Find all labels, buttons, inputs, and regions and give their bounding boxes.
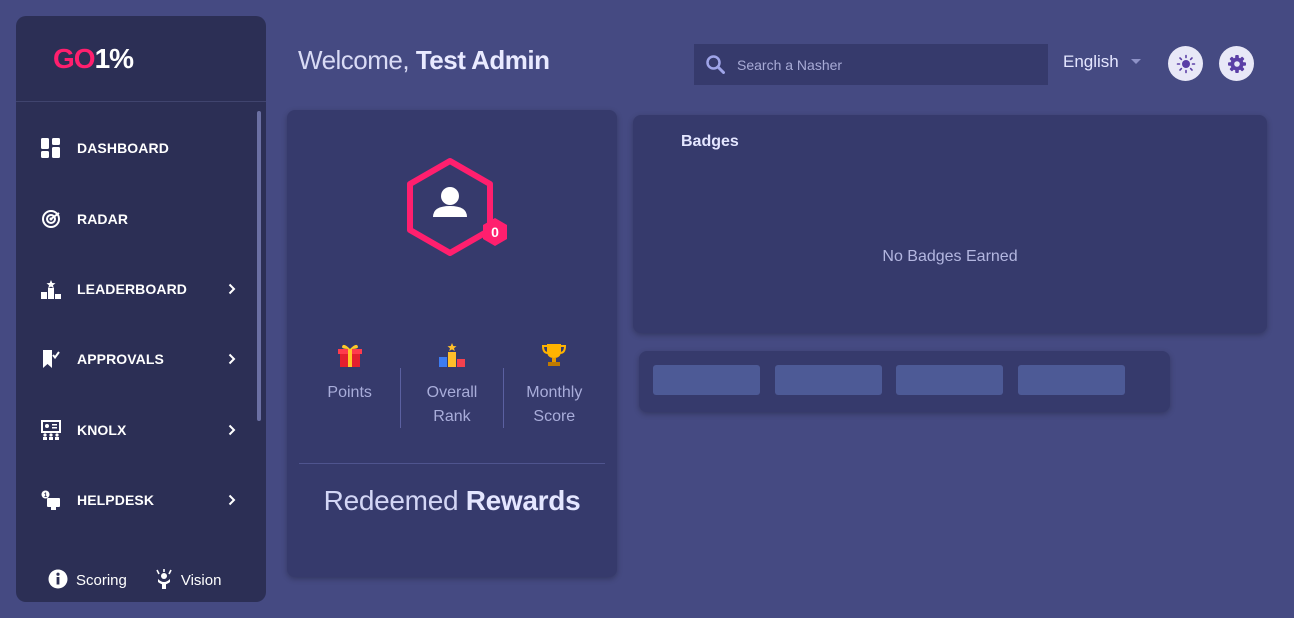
sidebar-item-label: KNOLX xyxy=(77,421,127,438)
leaderboard-icon xyxy=(40,278,62,300)
podium-icon xyxy=(438,342,466,368)
tab-skeleton xyxy=(896,365,1003,395)
sidebar-item-label: RADAR xyxy=(77,210,129,227)
user-icon xyxy=(433,187,467,217)
redeemed-rewards-heading: Redeemed Rewards xyxy=(287,485,617,517)
vision-icon xyxy=(156,569,172,589)
sidebar-item-approvals[interactable]: APPROVALS xyxy=(16,324,256,394)
redeemed-bold: Rewards xyxy=(465,485,581,516)
tab-skeleton xyxy=(1018,365,1125,395)
caret-down-icon xyxy=(1130,59,1141,64)
approvals-icon xyxy=(40,348,62,370)
helpdesk-icon: 1 xyxy=(40,489,62,511)
no-badges-message: No Badges Earned xyxy=(882,248,1018,265)
sidebar: GO1% DASHBOARD RADAR LEADERBOARD APPROVA… xyxy=(16,16,266,602)
sidebar-item-dashboard[interactable]: DASHBOARD xyxy=(16,113,256,183)
user-name: Test Admin xyxy=(415,45,550,75)
sidebar-scrollbar[interactable] xyxy=(257,111,261,421)
sidebar-item-radar[interactable]: RADAR xyxy=(16,183,256,253)
monthly-score-label: Monthly Score xyxy=(526,384,583,425)
badges-title: Badges xyxy=(681,133,739,150)
gift-icon xyxy=(337,342,363,368)
profile-level-avatar: 0 xyxy=(407,158,507,256)
chevron-right-icon xyxy=(226,494,238,506)
sidebar-item-label: LEADERBOARD xyxy=(77,280,187,297)
points-label: Points xyxy=(327,384,372,401)
vision-label: Vision xyxy=(180,572,222,589)
card-divider xyxy=(299,463,605,464)
chevron-right-icon xyxy=(226,424,238,436)
language-select[interactable]: English xyxy=(1063,52,1141,72)
sidebar-nav: DASHBOARD RADAR LEADERBOARD APPROVALS KN… xyxy=(16,113,256,535)
redeemed-prefix: Redeemed xyxy=(323,485,466,516)
info-icon xyxy=(48,569,68,589)
stat-overall-rank: Overall Rank xyxy=(401,342,502,429)
profile-card: 0 Points Overall Rank Monthly Score Redeem… xyxy=(287,110,617,577)
sidebar-item-knolx[interactable]: KNOLX xyxy=(16,395,256,465)
theme-toggle-button[interactable] xyxy=(1168,46,1203,81)
badges-card: Badges No Badges Earned xyxy=(633,115,1267,333)
sidebar-item-label: DASHBOARD xyxy=(77,140,169,157)
radar-icon xyxy=(40,208,62,230)
logo-area: GO1% xyxy=(16,16,266,102)
search-icon xyxy=(706,55,725,74)
sidebar-item-leaderboard[interactable]: LEADERBOARD xyxy=(16,254,256,324)
welcome-heading: Welcome, Test Admin xyxy=(298,45,550,76)
welcome-prefix: Welcome, xyxy=(298,45,416,75)
stat-monthly-score: Monthly Score xyxy=(504,342,605,429)
logo-percent: 1% xyxy=(94,42,134,74)
stat-points: Points xyxy=(299,342,400,429)
sidebar-item-label: HELPDESK xyxy=(77,492,155,509)
tab-skeleton xyxy=(653,365,760,395)
logo-go: GO xyxy=(53,42,96,74)
profile-stats: Points Overall Rank Monthly Score xyxy=(299,342,605,429)
chevron-right-icon xyxy=(226,353,238,365)
knolx-icon xyxy=(40,419,62,441)
sidebar-footer: Scoring Vision xyxy=(16,566,266,592)
sidebar-item-label: APPROVALS xyxy=(77,351,164,368)
vision-link[interactable]: Vision xyxy=(155,569,222,589)
trophy-icon xyxy=(541,342,567,368)
tabs-loading-card xyxy=(639,351,1170,412)
chevron-right-icon xyxy=(226,283,238,295)
settings-button[interactable] xyxy=(1219,46,1254,81)
language-value: English xyxy=(1063,52,1119,71)
scoring-link[interactable]: Scoring xyxy=(48,569,127,589)
overall-rank-label: Overall Rank xyxy=(426,384,478,425)
dashboard-icon xyxy=(40,137,62,159)
tab-skeleton xyxy=(775,365,882,395)
level-badge: 0 xyxy=(491,224,499,240)
sun-icon xyxy=(1176,54,1195,73)
app-logo[interactable]: GO1% xyxy=(53,42,134,75)
search-bar[interactable] xyxy=(694,44,1048,85)
gear-icon xyxy=(1227,54,1246,73)
search-input[interactable] xyxy=(737,56,1037,73)
scoring-label: Scoring xyxy=(76,572,127,589)
sidebar-item-helpdesk[interactable]: 1 HELPDESK xyxy=(16,465,256,535)
